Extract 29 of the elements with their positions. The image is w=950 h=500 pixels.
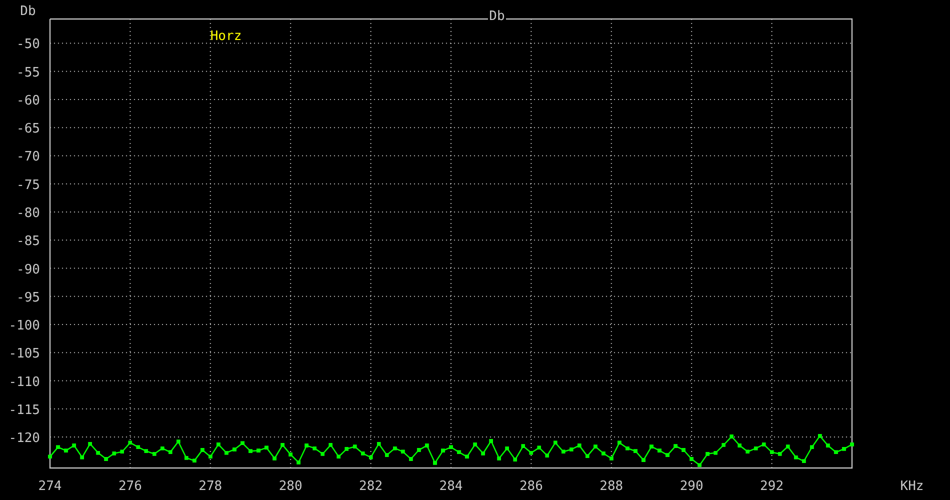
- tick-label: -90: [16, 262, 40, 278]
- legend-label: Horz: [210, 29, 242, 44]
- tick-label: 284: [439, 479, 463, 494]
- tick-label: 278: [198, 479, 222, 494]
- tick-label: -75: [16, 178, 40, 193]
- tick-label: -50: [16, 37, 40, 52]
- tick-label: -60: [16, 93, 40, 108]
- tick-label: 292: [760, 479, 784, 494]
- tick-label: 274: [38, 479, 62, 494]
- tick-label: -85: [16, 234, 40, 250]
- tick-label: 276: [118, 479, 142, 494]
- tick-label: -105: [8, 346, 40, 362]
- axis-title: KHz: [900, 479, 924, 494]
- tick-label: -55: [16, 65, 40, 80]
- tick-label: -65: [16, 122, 40, 137]
- tick-label: 282: [359, 479, 383, 494]
- tick-label: -95: [16, 290, 40, 306]
- tick-label: 286: [519, 479, 543, 494]
- tick-label: -120: [8, 431, 40, 446]
- tick-label: 290: [680, 479, 704, 494]
- tick-label: 280: [278, 479, 302, 494]
- axis-title: Db: [20, 4, 36, 19]
- tick-label: -70: [16, 150, 40, 165]
- chart-title: Db: [489, 9, 505, 24]
- tick-label: -80: [16, 206, 40, 221]
- tick-label: -110: [8, 374, 40, 390]
- tick-label: 288: [600, 479, 624, 494]
- tick-label: -100: [8, 318, 40, 334]
- tick-label: -115: [8, 402, 40, 418]
